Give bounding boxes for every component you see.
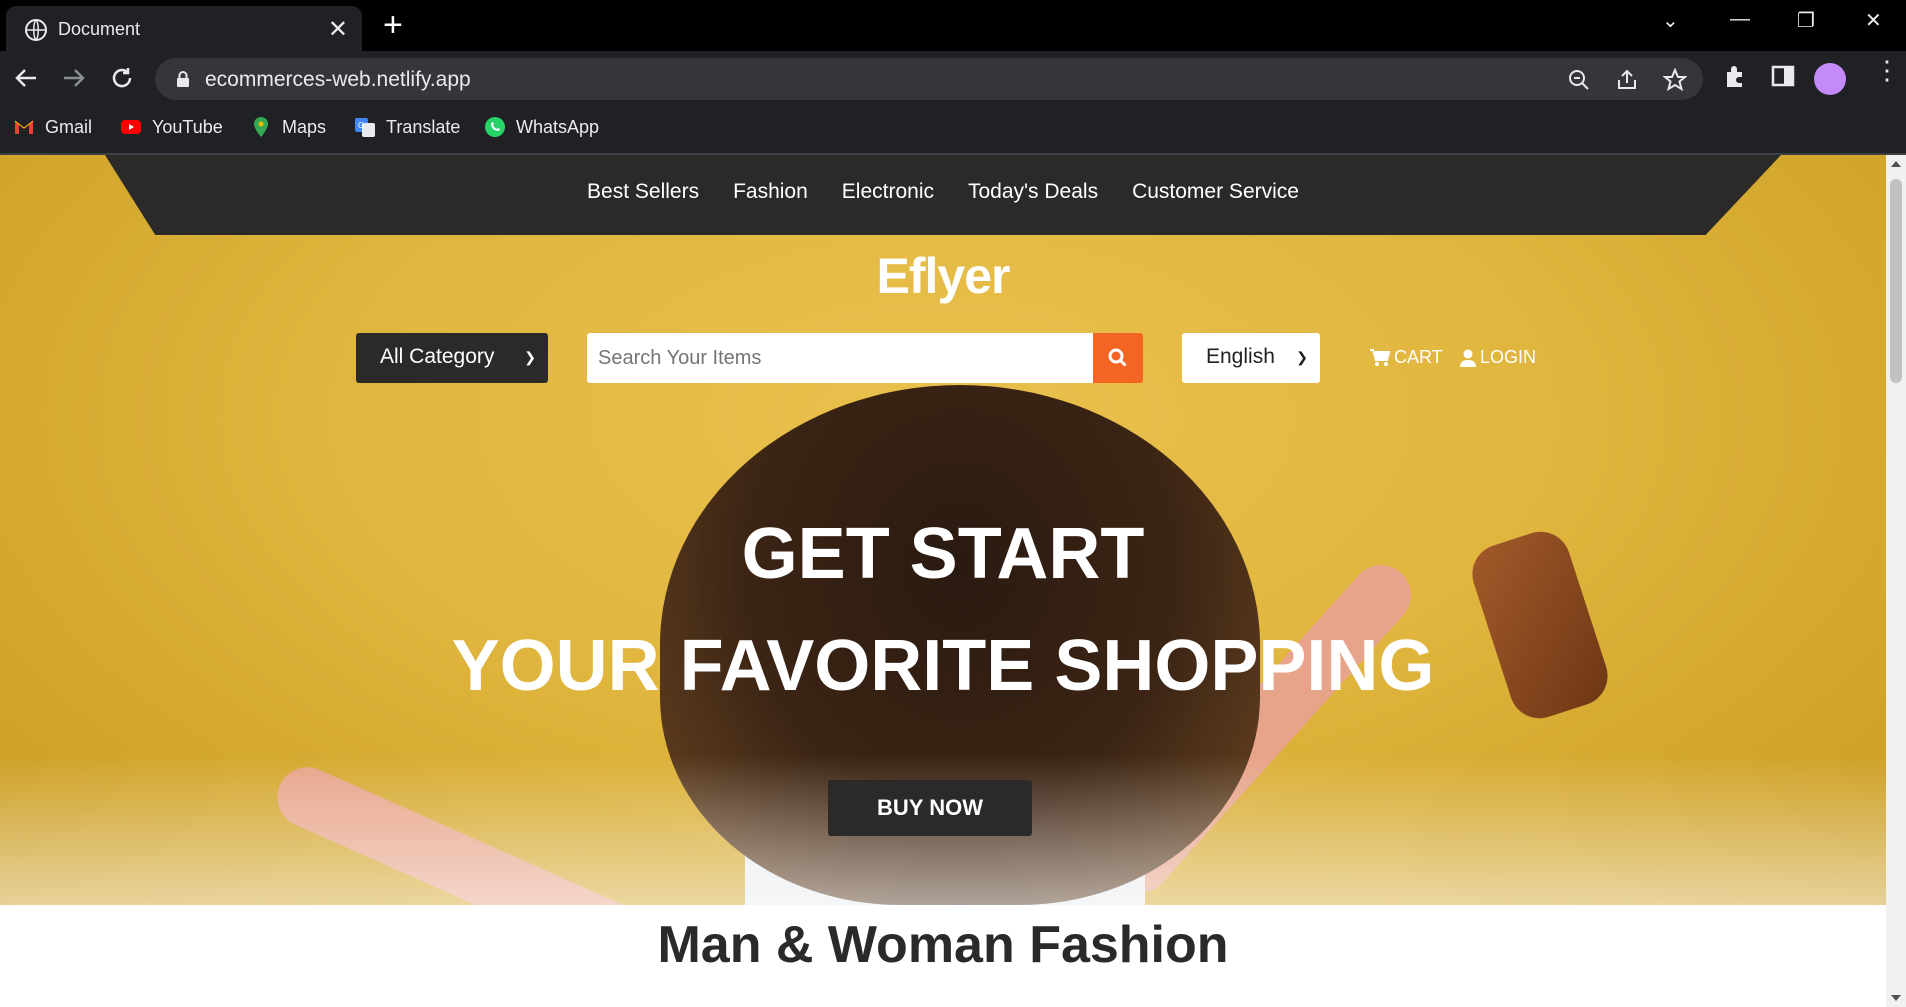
whatsapp-icon: [485, 117, 505, 137]
bookmark-star-icon[interactable]: [1663, 68, 1687, 92]
scrollbar-thumb[interactable]: [1890, 179, 1902, 383]
search-button[interactable]: [1093, 333, 1143, 383]
close-tab-icon[interactable]: ✕: [328, 15, 348, 44]
bookmark-label: Gmail: [45, 116, 93, 137]
new-tab-button[interactable]: +: [383, 7, 403, 43]
hero-headline-line1: GET START: [741, 514, 1145, 594]
browser-titlebar: Document ✕ + ⌄ — ❐ ✕: [0, 0, 1906, 51]
maps-icon: [254, 117, 268, 137]
bookmark-translate[interactable]: G Translate: [354, 116, 460, 138]
zoom-icon[interactable]: [1567, 68, 1591, 92]
bookmark-gmail[interactable]: Gmail: [13, 116, 92, 138]
login-label: LOGIN: [1480, 347, 1537, 367]
login-link[interactable]: LOGIN: [1460, 347, 1536, 368]
scroll-down-icon[interactable]: [1891, 995, 1901, 1001]
browser-tab[interactable]: Document ✕: [6, 6, 362, 51]
extensions-icon[interactable]: [1722, 63, 1748, 89]
hero-headline-line2: YOUR FAVORITE SHOPPING: [451, 626, 1435, 706]
nav-fashion[interactable]: Fashion: [733, 180, 808, 204]
gmail-icon: [14, 120, 34, 134]
search-input[interactable]: [587, 333, 1093, 383]
nav-best-sellers[interactable]: Best Sellers: [587, 180, 699, 204]
tab-search-icon[interactable]: ⌄: [1662, 8, 1679, 33]
bookmark-label: YouTube: [152, 116, 223, 137]
search-icon: [1108, 348, 1127, 367]
close-window-icon[interactable]: ✕: [1865, 8, 1882, 33]
page-scrollbar[interactable]: [1886, 155, 1906, 1007]
buy-now-button[interactable]: BUY NOW: [828, 780, 1032, 836]
scroll-up-icon[interactable]: [1891, 161, 1901, 167]
tab-title: Document: [58, 19, 141, 39]
category-select[interactable]: All Category ❯: [356, 333, 548, 383]
section-title: Man & Woman Fashion: [657, 916, 1229, 974]
web-page: Best Sellers Fashion Electronic Today's …: [0, 155, 1886, 1007]
side-panel-icon[interactable]: [1770, 63, 1796, 89]
bookmark-maps[interactable]: Maps: [250, 116, 326, 138]
back-icon[interactable]: [10, 62, 42, 94]
category-select-value: All Category: [380, 345, 495, 368]
browser-toolbar: ecommerces-web.netlify.app ⋮ Gmail YouTu…: [0, 51, 1906, 155]
bookmark-youtube[interactable]: YouTube: [120, 116, 223, 138]
cart-link[interactable]: CART: [1370, 347, 1443, 368]
youtube-icon: [121, 120, 141, 134]
translate-icon: G: [355, 118, 375, 137]
language-select-value: English: [1206, 345, 1275, 368]
nav-electronic[interactable]: Electronic: [842, 180, 934, 204]
minimize-icon[interactable]: —: [1730, 8, 1750, 31]
profile-avatar[interactable]: [1814, 63, 1846, 95]
browser-menu-icon[interactable]: ⋮: [1874, 57, 1900, 83]
bookmark-label: WhatsApp: [516, 116, 600, 137]
url-text: ecommerces-web.netlify.app: [205, 68, 471, 91]
nav-todays-deals[interactable]: Today's Deals: [968, 180, 1098, 204]
bookmark-whatsapp[interactable]: WhatsApp: [484, 116, 599, 138]
cart-icon: [1370, 348, 1390, 366]
globe-icon: [25, 19, 47, 41]
language-select[interactable]: English ❯: [1182, 333, 1320, 383]
user-icon: [1460, 349, 1476, 367]
top-navigation: Best Sellers Fashion Electronic Today's …: [105, 155, 1781, 235]
nav-customer-service[interactable]: Customer Service: [1132, 180, 1299, 204]
cart-label: CART: [1394, 347, 1443, 367]
bookmark-label: Maps: [282, 116, 327, 137]
address-bar[interactable]: ecommerces-web.netlify.app: [155, 58, 1703, 100]
bookmark-label: Translate: [386, 116, 461, 137]
bookmarks-bar: Gmail YouTube Maps G Translate WhatsApp: [0, 107, 1906, 147]
chevron-down-icon: ❯: [1296, 349, 1308, 365]
chevron-down-icon: ❯: [524, 349, 536, 365]
restore-icon[interactable]: ❐: [1797, 8, 1815, 33]
reload-icon[interactable]: [106, 62, 138, 94]
svg-text:G: G: [358, 121, 364, 130]
forward-icon[interactable]: [58, 62, 90, 94]
lock-icon: [177, 71, 189, 87]
hero-banner: Best Sellers Fashion Electronic Today's …: [0, 155, 1886, 905]
share-icon[interactable]: [1615, 68, 1639, 92]
site-logo[interactable]: Eflyer: [0, 247, 1886, 305]
